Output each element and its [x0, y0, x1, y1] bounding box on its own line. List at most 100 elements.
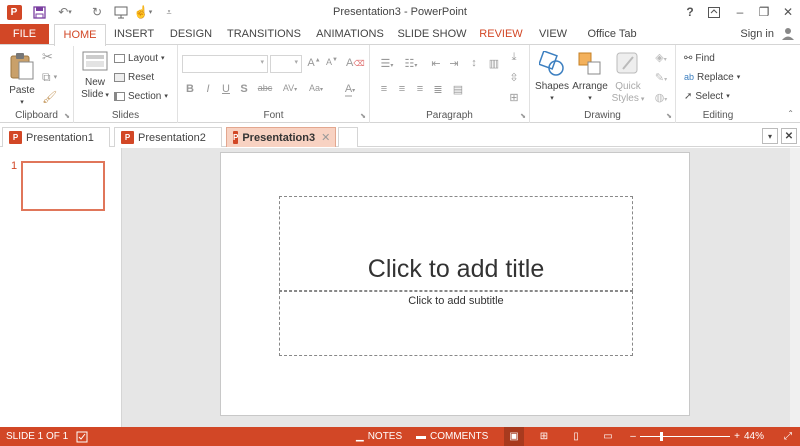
- justify-icon[interactable]: ≣: [430, 83, 446, 96]
- bullets-icon[interactable]: ☰▾: [376, 57, 398, 70]
- slide-sorter-icon[interactable]: ⊞: [536, 427, 552, 446]
- increase-indent-icon[interactable]: ⇥: [446, 57, 462, 70]
- tab-view[interactable]: VIEW: [534, 24, 572, 45]
- title-placeholder[interactable]: Click to add title: [279, 196, 633, 291]
- tab-transitions[interactable]: TRANSITIONS: [224, 24, 304, 45]
- new-tab-button[interactable]: [338, 127, 358, 147]
- comments-button[interactable]: ▬ COMMENTS: [416, 427, 488, 446]
- tab-design[interactable]: DESIGN: [166, 24, 216, 45]
- zoom-level[interactable]: 44%: [744, 427, 764, 446]
- clipboard-launcher-icon[interactable]: ⬊: [64, 112, 70, 120]
- minimize-button[interactable]: –: [730, 3, 750, 21]
- italic-button[interactable]: I: [200, 83, 216, 95]
- shrink-font-icon[interactable]: A▼: [324, 57, 340, 67]
- line-spacing-icon[interactable]: ↕: [466, 57, 482, 69]
- help-button[interactable]: ?: [680, 3, 700, 21]
- underline-button[interactable]: U: [218, 83, 234, 95]
- arrange-button[interactable]: Arrange ▾: [572, 51, 608, 105]
- slide-canvas[interactable]: Click to add title Click to add subtitle: [220, 152, 690, 416]
- close-button[interactable]: ✕: [778, 3, 798, 21]
- slide-editing-area[interactable]: Click to add title Click to add subtitle: [123, 148, 800, 427]
- close-document-icon[interactable]: ✕: [781, 128, 797, 144]
- reset-button[interactable]: Reset: [114, 69, 154, 85]
- tab-home[interactable]: HOME: [54, 24, 106, 46]
- align-left-icon[interactable]: ≡: [376, 83, 392, 95]
- cut-icon[interactable]: ✂: [42, 49, 53, 65]
- tab-animations[interactable]: ANIMATIONS: [312, 24, 388, 45]
- align-text-icon[interactable]: ⇳: [506, 71, 522, 84]
- zoom-slider-thumb[interactable]: [660, 432, 663, 441]
- select-label: Select: [695, 90, 724, 102]
- doc-tab-presentation1[interactable]: P Presentation1: [2, 127, 110, 147]
- replace-button[interactable]: ab Replace ▾: [684, 69, 740, 85]
- shape-outline-icon[interactable]: ✎▾: [650, 71, 672, 84]
- shapes-button[interactable]: Shapes ▾: [534, 50, 570, 105]
- text-direction-icon[interactable]: ⤓: [506, 51, 522, 64]
- slide-thumbnail[interactable]: [21, 161, 105, 211]
- ribbon-display-options-button[interactable]: [704, 3, 724, 21]
- binoculars-icon: ⚯: [684, 52, 693, 64]
- font-name-dropdown[interactable]: ▾: [182, 55, 268, 73]
- columns-icon[interactable]: ▥: [486, 57, 502, 70]
- shape-fill-icon[interactable]: ◈▾: [650, 51, 672, 64]
- close-tab-icon[interactable]: ✕: [321, 131, 330, 144]
- change-case-button[interactable]: Aa▾: [304, 83, 328, 93]
- doc-tab-presentation2[interactable]: P Presentation2: [114, 127, 222, 147]
- shape-effects-icon[interactable]: ◍▾: [650, 91, 672, 104]
- collapse-ribbon-icon[interactable]: ⌃: [787, 109, 794, 118]
- tab-slide-show[interactable]: SLIDE SHOW: [396, 24, 468, 45]
- numbering-icon[interactable]: ☷▾: [400, 57, 422, 70]
- strikethrough-button[interactable]: abc: [254, 83, 276, 93]
- zoom-slider[interactable]: [640, 436, 730, 437]
- slide-thumbnails-pane[interactable]: 1: [0, 148, 122, 427]
- notes-button[interactable]: ▁ NOTES: [356, 427, 402, 446]
- comments-icon: ▬: [416, 431, 426, 442]
- sign-in-link[interactable]: Sign in: [740, 28, 774, 40]
- decrease-indent-icon[interactable]: ⇤: [428, 57, 444, 70]
- clear-formatting-icon[interactable]: A⌫: [346, 57, 365, 69]
- zoom-out-icon[interactable]: –: [628, 427, 638, 446]
- bold-button[interactable]: B: [182, 83, 198, 95]
- tab-review[interactable]: REVIEW: [476, 24, 526, 45]
- replace-icon: ab: [684, 72, 695, 82]
- layout-icon: [114, 53, 125, 63]
- distributed-icon[interactable]: ▤: [450, 83, 466, 96]
- reading-view-icon[interactable]: ▯: [568, 427, 584, 446]
- slide-show-icon[interactable]: ▭: [600, 427, 616, 446]
- layout-button[interactable]: Layout ▾: [114, 50, 165, 66]
- align-right-icon[interactable]: ≡: [412, 83, 428, 95]
- fit-to-window-icon[interactable]: ⤢: [780, 427, 796, 446]
- font-size-dropdown[interactable]: ▾: [270, 55, 302, 73]
- character-spacing-button[interactable]: AV▾: [278, 83, 302, 93]
- quick-styles-button[interactable]: Quick Styles ▾: [610, 51, 646, 106]
- spell-check-icon[interactable]: [76, 427, 88, 446]
- paragraph-launcher-icon[interactable]: ⬊: [520, 112, 526, 120]
- account-icon[interactable]: [780, 24, 796, 42]
- section-button[interactable]: Section ▾: [114, 88, 168, 104]
- text-shadow-button[interactable]: S: [236, 83, 252, 95]
- restore-button[interactable]: ❐: [754, 3, 774, 21]
- tab-insert[interactable]: INSERT: [110, 24, 158, 45]
- font-color-button[interactable]: A▾: [338, 83, 362, 97]
- convert-smartart-icon[interactable]: ⊞: [506, 91, 522, 104]
- select-button[interactable]: ➚ Select ▾: [684, 88, 730, 104]
- vertical-scrollbar[interactable]: [790, 148, 800, 427]
- section-icon: [114, 91, 125, 101]
- copy-icon[interactable]: ⧉ ▾: [42, 69, 57, 85]
- font-launcher-icon[interactable]: ⬊: [360, 112, 366, 120]
- grow-font-icon[interactable]: A▲: [306, 57, 322, 69]
- new-slide-button[interactable]: New Slide ▾: [78, 51, 112, 102]
- paste-button[interactable]: Paste ▾: [6, 51, 38, 109]
- tab-file[interactable]: FILE: [0, 24, 49, 45]
- normal-view-icon[interactable]: ▣: [504, 427, 524, 446]
- subtitle-placeholder[interactable]: Click to add subtitle: [279, 291, 633, 356]
- drawing-launcher-icon[interactable]: ⬊: [666, 112, 672, 120]
- doc-tab-presentation3[interactable]: P Presentation3 ✕: [226, 127, 336, 147]
- format-painter-icon[interactable]: 🖌: [42, 89, 57, 105]
- tab-office-tab[interactable]: Office Tab: [580, 24, 644, 45]
- find-button[interactable]: ⚯ Find: [684, 50, 715, 66]
- tab-list-dropdown-icon[interactable]: ▾: [762, 128, 778, 144]
- align-center-icon[interactable]: ≡: [394, 83, 410, 95]
- zoom-in-icon[interactable]: +: [732, 427, 742, 446]
- slide-count-status: SLIDE 1 OF 1: [6, 431, 69, 442]
